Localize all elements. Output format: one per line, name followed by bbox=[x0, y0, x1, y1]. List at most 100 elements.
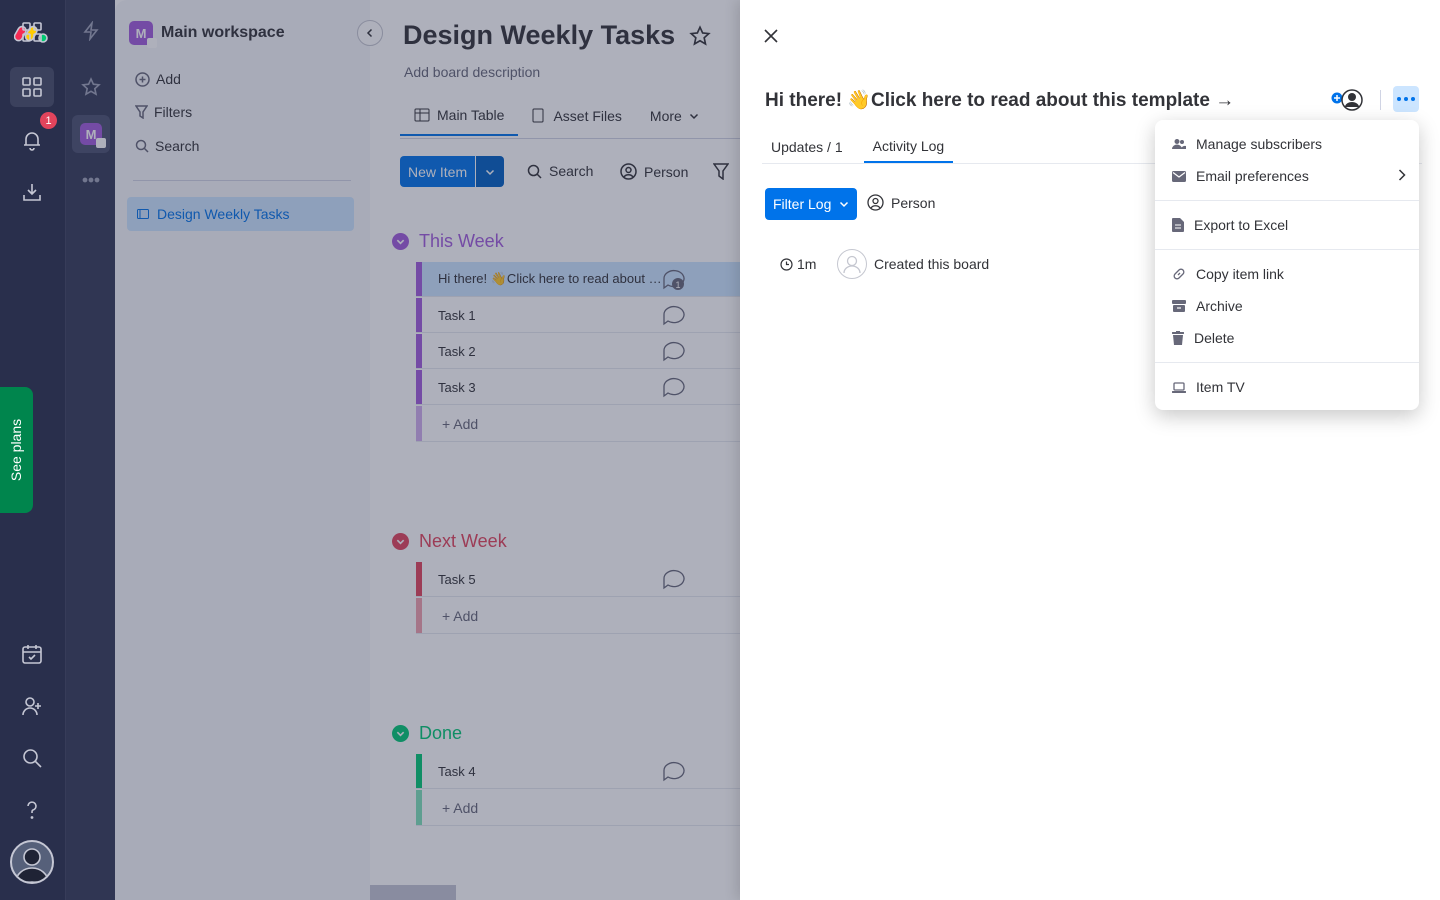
group-title-next-week[interactable]: Next Week bbox=[392, 531, 507, 552]
calendar-check-icon[interactable] bbox=[10, 634, 54, 674]
help-icon[interactable] bbox=[10, 790, 54, 830]
collapse-group-icon[interactable] bbox=[392, 233, 409, 250]
log-time: 1m bbox=[780, 256, 837, 272]
menu-item-delete[interactable]: Delete bbox=[1155, 322, 1419, 354]
user-avatar-icon[interactable] bbox=[10, 840, 54, 884]
divider bbox=[400, 138, 740, 139]
see-plans-button[interactable]: See plans bbox=[0, 387, 33, 513]
menu-item-manage-subscribers[interactable]: Manage subscribers bbox=[1155, 128, 1419, 160]
tab-main-table[interactable]: Main Table bbox=[400, 96, 519, 136]
table-row[interactable]: Task 4 bbox=[416, 754, 740, 789]
board-view: Design Weekly Tasks Add board descriptio… bbox=[370, 0, 740, 900]
updates-bubble-icon[interactable] bbox=[661, 305, 687, 327]
close-panel-button[interactable] bbox=[760, 25, 782, 47]
filter-icon bbox=[713, 163, 729, 180]
search-icon[interactable] bbox=[10, 738, 54, 778]
menu-item-archive[interactable]: Archive bbox=[1155, 290, 1419, 322]
workspace-panel: M Main workspace Add Filters Search Desi… bbox=[115, 0, 370, 900]
board-title-text[interactable]: Design Weekly Tasks bbox=[403, 20, 675, 51]
menu-item-copy-item-link[interactable]: Copy item link bbox=[1155, 258, 1419, 290]
download-icon[interactable] bbox=[10, 172, 54, 212]
sidebar-board-design-weekly-tasks[interactable]: Design Weekly Tasks bbox=[127, 197, 354, 231]
lightning-icon[interactable] bbox=[72, 12, 110, 50]
favorite-star-icon[interactable] bbox=[689, 24, 711, 47]
star-icon[interactable] bbox=[72, 68, 110, 106]
collapse-group-icon[interactable] bbox=[392, 725, 409, 742]
group-title-done[interactable]: Done bbox=[392, 723, 462, 744]
chevron-left-icon bbox=[366, 28, 373, 38]
new-item-dropdown-button[interactable] bbox=[476, 156, 505, 187]
chevron-down-icon bbox=[486, 169, 495, 175]
item-actions-menu: Manage subscribers Email preferences Exp… bbox=[1155, 120, 1419, 410]
divider bbox=[1155, 249, 1419, 250]
activity-log-entry: 1m Created this board bbox=[780, 249, 989, 279]
updates-bubble-icon[interactable]: 1 bbox=[661, 269, 687, 291]
apps-grid-icon[interactable] bbox=[10, 12, 54, 52]
add-subscriber-icon bbox=[1331, 89, 1363, 111]
tab-asset-files[interactable]: Asset Files bbox=[518, 96, 635, 136]
updates-bubble-icon[interactable] bbox=[661, 377, 687, 399]
people-icon bbox=[1172, 139, 1186, 149]
workspace-home-icon[interactable] bbox=[10, 67, 54, 107]
updates-bubble-icon[interactable] bbox=[661, 569, 687, 591]
notification-badge: 1 bbox=[40, 112, 57, 129]
collapse-panel-button[interactable] bbox=[357, 20, 383, 46]
add-item-row[interactable]: + Add bbox=[416, 790, 740, 826]
menu-item-export-to-excel[interactable]: Export to Excel bbox=[1155, 209, 1419, 241]
table-row[interactable]: Hi there! 👋Click here to read about this… bbox=[416, 262, 740, 297]
menu-item-email-preferences[interactable]: Email preferences bbox=[1155, 160, 1419, 192]
board-search-button[interactable]: Search bbox=[527, 163, 593, 179]
board-description[interactable]: Add board description bbox=[404, 64, 540, 80]
table-row[interactable]: Task 3 bbox=[416, 370, 740, 405]
workspace-search[interactable]: Search bbox=[135, 138, 199, 154]
group-title-this-week[interactable]: This Week bbox=[392, 231, 504, 252]
more-dots-icon[interactable] bbox=[72, 161, 110, 199]
chevron-down-icon bbox=[689, 113, 698, 120]
table-row[interactable]: Task 1 bbox=[416, 298, 740, 333]
table-row[interactable]: Task 2 bbox=[416, 334, 740, 369]
table-row[interactable]: Task 5 bbox=[416, 562, 740, 597]
item-name: Task 1 bbox=[438, 307, 476, 323]
workspace-avatar-icon: M bbox=[80, 123, 106, 148]
item-name: Hi there! 👋Click here to read about this… bbox=[438, 271, 662, 286]
person-filter-button[interactable]: Person bbox=[620, 163, 688, 180]
secondary-rail: M bbox=[65, 0, 115, 900]
divider bbox=[1380, 90, 1381, 110]
item-panel-tabs: Updates / 1 Activity Log bbox=[762, 130, 954, 163]
tab-activity-log[interactable]: Activity Log bbox=[863, 130, 954, 163]
person-icon bbox=[867, 194, 884, 211]
board-tabs: Main Table Asset Files More bbox=[400, 96, 713, 138]
item-title[interactable]: Hi there! 👋Click here to read about this… bbox=[765, 88, 1234, 112]
menu-item-item-tv[interactable]: Item TV bbox=[1155, 371, 1419, 403]
add-item-row[interactable]: + Add bbox=[416, 598, 740, 634]
activity-person-filter[interactable]: Person bbox=[867, 194, 935, 211]
invite-user-icon[interactable] bbox=[10, 686, 54, 726]
collapse-group-icon[interactable] bbox=[392, 533, 409, 550]
workspace-add[interactable]: Add bbox=[135, 71, 181, 87]
new-item-button[interactable]: New Item bbox=[400, 156, 476, 187]
log-text: Created this board bbox=[874, 256, 990, 272]
updates-bubble-icon[interactable] bbox=[661, 761, 687, 783]
envelope-icon bbox=[1172, 170, 1186, 182]
chevron-down-icon bbox=[840, 201, 849, 208]
clock-icon bbox=[780, 257, 793, 271]
horizontal-scrollbar[interactable] bbox=[370, 885, 456, 900]
tab-updates[interactable]: Updates / 1 bbox=[762, 130, 852, 163]
updates-bubble-icon[interactable] bbox=[661, 341, 687, 363]
workspace-header[interactable]: M Main workspace bbox=[129, 21, 285, 48]
item-more-actions-button[interactable] bbox=[1393, 86, 1419, 112]
divider bbox=[133, 180, 351, 181]
tab-more[interactable]: More bbox=[636, 96, 713, 136]
trash-icon bbox=[1172, 331, 1184, 345]
filter-icon bbox=[135, 105, 148, 119]
workspace-filters[interactable]: Filters bbox=[135, 104, 192, 120]
workspace-avatar-icon: M bbox=[129, 21, 157, 48]
subscribers-button[interactable] bbox=[1330, 88, 1366, 112]
laptop-icon bbox=[1172, 381, 1186, 393]
add-item-row[interactable]: + Add bbox=[416, 406, 740, 442]
item-name: Task 4 bbox=[438, 763, 476, 779]
workspace-switcher[interactable]: M bbox=[72, 115, 110, 153]
filter-button[interactable] bbox=[713, 163, 729, 180]
filter-log-button[interactable]: Filter Log bbox=[765, 188, 858, 220]
search-icon bbox=[135, 139, 149, 153]
